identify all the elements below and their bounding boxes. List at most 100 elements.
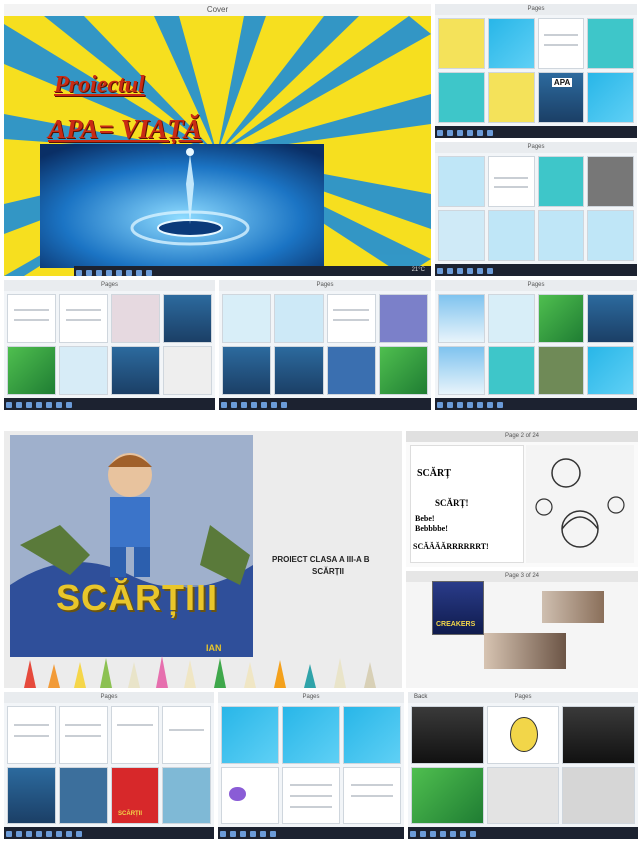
page-thumbnail[interactable] xyxy=(537,210,585,261)
thumb-label: SCĂRȚII xyxy=(118,811,143,818)
cover-taskbar: 21°C xyxy=(74,266,431,276)
page-thumbnail[interactable] xyxy=(587,294,634,343)
pages-screenshot-row-2: Pages xyxy=(219,280,431,410)
page-thumbnail[interactable] xyxy=(587,156,634,207)
pages-screenshot-bottom-2: Pages xyxy=(218,692,404,839)
page-thumbnail[interactable] xyxy=(587,18,634,69)
page-thumbnail[interactable] xyxy=(487,72,535,123)
page-thumbnail[interactable] xyxy=(163,346,212,395)
page-thumbnail[interactable] xyxy=(438,18,485,69)
page-thumbnail[interactable] xyxy=(221,706,279,764)
page-thumbnail[interactable] xyxy=(58,766,108,824)
page-thumbnail[interactable] xyxy=(274,346,324,395)
page-thumbnail[interactable] xyxy=(562,766,635,824)
pages-header: Pages xyxy=(4,280,215,291)
page-thumbnail[interactable] xyxy=(222,346,272,395)
page-thumbnail[interactable] xyxy=(587,72,634,123)
page-thumbnail[interactable] xyxy=(587,210,634,261)
page-thumbnail[interactable] xyxy=(378,346,428,395)
page-thumbnail[interactable] xyxy=(7,346,56,395)
page-thumbnail[interactable] xyxy=(162,766,211,824)
page-thumbnail[interactable] xyxy=(562,706,635,764)
page-thumbnail[interactable] xyxy=(537,18,585,69)
pages-screenshot-row-1: Pages xyxy=(4,280,215,410)
taskbar-temp: 21°C xyxy=(411,267,425,273)
pages-screenshot-top-right-2: Pages xyxy=(435,142,637,276)
pages-screenshot-row-3: Pages xyxy=(435,280,637,410)
child-drawing xyxy=(10,435,253,657)
pages-header: Pages xyxy=(4,692,214,703)
page-thumbnail[interactable] xyxy=(411,766,484,824)
page-thumbnail[interactable] xyxy=(343,766,401,824)
page-thumbnail[interactable] xyxy=(537,294,585,343)
page-thumbnail[interactable] xyxy=(7,706,56,764)
book-word-3: Bebe! xyxy=(415,514,435,523)
page-thumbnail[interactable] xyxy=(326,294,376,343)
page-thumbnail[interactable] xyxy=(587,346,634,395)
project-cover-photo: SCĂRȚIII IAN PROIECT CLASA A III-A B SCĂ… xyxy=(4,431,402,688)
page-thumbnail[interactable] xyxy=(487,294,535,343)
pages-header: Pages xyxy=(435,4,637,15)
page-thumbnail[interactable] xyxy=(438,72,485,123)
page-thumbnail[interactable] xyxy=(111,294,160,343)
video-feed-1[interactable] xyxy=(542,591,604,623)
pages-screenshot-top-right-1: Pages APA xyxy=(435,4,637,138)
pages-header: Pages xyxy=(218,692,404,703)
page-thumbnail[interactable] xyxy=(58,706,108,764)
page-thumbnail[interactable] xyxy=(378,294,428,343)
page-thumbnail[interactable] xyxy=(438,346,485,395)
page-thumbnail[interactable] xyxy=(487,210,535,261)
pages-screenshot-bottom-3: Pages Back xyxy=(408,692,638,839)
drawing-title: SCĂRȚIII xyxy=(56,577,219,618)
pages-header: Pages xyxy=(408,692,638,703)
page-thumbnail[interactable] xyxy=(110,706,160,764)
book-word-1: SCĂRȚ xyxy=(417,468,451,479)
page-thumbnail[interactable]: APA xyxy=(537,72,585,123)
page-thumbnail[interactable] xyxy=(438,210,485,261)
page-thumbnail[interactable] xyxy=(282,766,340,824)
page-thumbnail[interactable] xyxy=(7,766,56,824)
page-thumbnail[interactable] xyxy=(487,156,535,207)
video-feed-2[interactable] xyxy=(484,633,566,669)
page-thumbnail[interactable] xyxy=(274,294,324,343)
cover-title-line1: Proiectul xyxy=(54,72,145,98)
page-thumbnail[interactable] xyxy=(163,294,212,343)
project-title-line2: SCĂRȚII xyxy=(312,567,344,576)
page-thumbnail[interactable] xyxy=(282,706,340,764)
page-thumbnail[interactable] xyxy=(438,156,485,207)
page-thumbnail[interactable] xyxy=(59,294,108,343)
page-thumbnail[interactable]: SCĂRȚII xyxy=(110,766,160,824)
cover-title-line2: APA= VIAȚĂ xyxy=(48,114,202,144)
cover-screenshot: Cover Proiectul APA= VIAȚĂ 21°C xyxy=(4,4,431,276)
page-thumbnail[interactable] xyxy=(343,706,401,764)
book-page-header: Page 2 of 24 xyxy=(406,431,638,442)
page-thumbnail[interactable] xyxy=(59,346,108,395)
page-thumbnail[interactable] xyxy=(411,706,484,764)
book-word-5: SCĂĂĂĂRRRRRRT! xyxy=(413,542,489,551)
colored-pencils xyxy=(24,656,376,688)
page-thumbnail[interactable] xyxy=(111,346,160,395)
pages-header: Pages xyxy=(435,280,637,291)
page-thumbnail[interactable] xyxy=(537,156,585,207)
project-title-line1: PROIECT CLASA A III-A B xyxy=(272,555,370,564)
page-thumbnail[interactable] xyxy=(326,346,376,395)
page-thumbnail[interactable] xyxy=(7,294,56,343)
page-thumbnail[interactable] xyxy=(487,346,535,395)
page-thumbnail[interactable] xyxy=(222,294,272,343)
book-cover[interactable]: CREAKERS xyxy=(432,581,484,635)
page-thumbnail[interactable] xyxy=(486,706,560,764)
book-illustration xyxy=(526,445,634,563)
page-thumbnail[interactable] xyxy=(438,294,485,343)
back-link[interactable]: Back xyxy=(414,694,427,700)
book-page-screenshot: Page 2 of 24 SCĂRȚ SCĂRȚ! Bebe! Bebbbbe!… xyxy=(406,431,638,567)
book-word-2: SCĂRȚ! xyxy=(435,498,469,508)
thumb-label: APA xyxy=(551,77,573,87)
page-thumbnail[interactable] xyxy=(162,706,211,764)
page-thumbnail[interactable] xyxy=(487,18,535,69)
pages-header: Pages xyxy=(435,142,637,153)
page-thumbnail[interactable] xyxy=(221,766,279,824)
video-call-screenshot: Page 3 of 24 CREAKERS xyxy=(406,571,638,688)
pages-screenshot-bottom-1: Pages SCĂRȚII xyxy=(4,692,214,839)
page-thumbnail[interactable] xyxy=(537,346,585,395)
page-thumbnail[interactable] xyxy=(486,766,560,824)
